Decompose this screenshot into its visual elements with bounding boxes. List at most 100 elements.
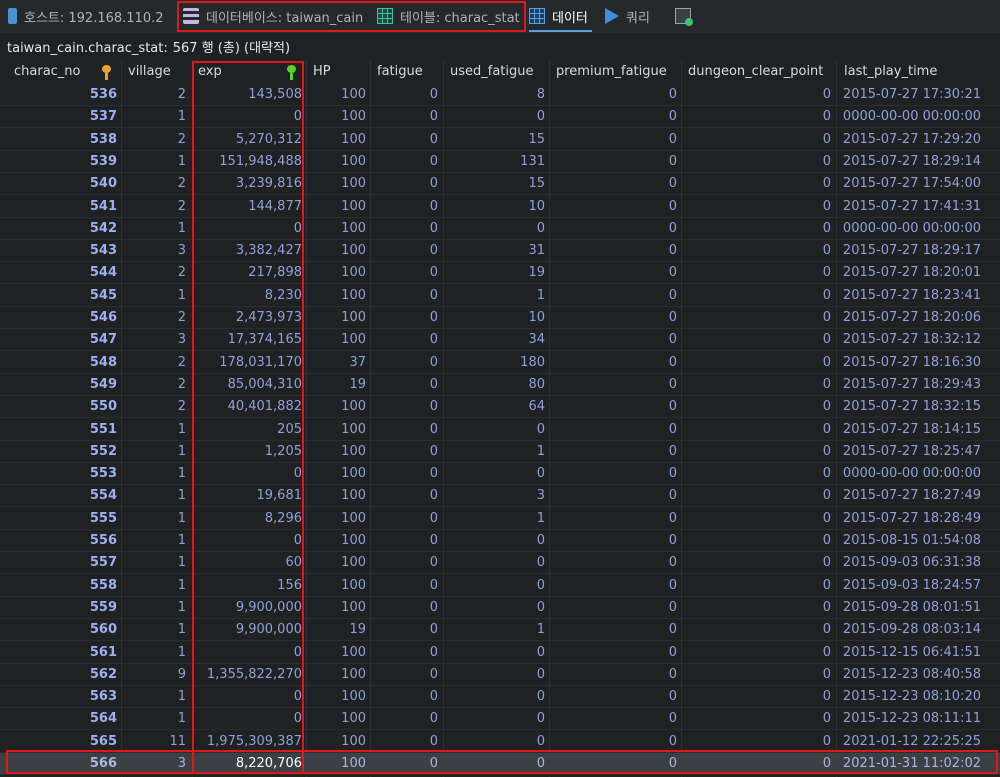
cell-exp[interactable]: 19,681 [192,485,303,507]
cell-fatigue[interactable]: 0 [370,196,438,218]
cell-dungeon-clear-point[interactable]: 0 [681,218,831,240]
cell-used-fatigue[interactable]: 0 [443,753,545,775]
table-row[interactable]: 563 1 0 100 0 0 0 0 2015-12-23 08:10:20 [0,686,1000,709]
table-row[interactable]: 540 2 3,239,816 100 0 15 0 0 2015-07-27 17:54:00 [0,173,1000,196]
cell-last-play-time[interactable]: 2015-07-27 18:32:12 [836,329,981,351]
cell-premium-fatigue[interactable]: 0 [549,441,677,463]
cell-exp[interactable]: 1,975,309,387 [192,731,302,753]
cell-dungeon-clear-point[interactable]: 0 [681,664,831,686]
cell-village[interactable]: 1 [121,619,186,641]
cell-fatigue[interactable]: 0 [370,106,438,128]
cell-exp[interactable]: 156 [192,575,302,597]
cell-charac-no[interactable]: 543 [0,240,117,262]
cell-dungeon-clear-point[interactable]: 0 [681,485,831,507]
cell-used-fatigue[interactable]: 0 [443,664,545,686]
table-row[interactable]: 546 2 2,473,973 100 0 10 0 0 2015-07-27 18:20:06 [0,307,1000,329]
cell-charac-no[interactable]: 544 [0,262,117,284]
cell-used-fatigue[interactable]: 0 [443,575,545,597]
cell-hp[interactable]: 100 [306,731,366,753]
cell-fatigue[interactable]: 0 [370,642,438,664]
cell-premium-fatigue[interactable]: 0 [549,552,677,574]
cell-exp[interactable]: 205 [192,419,302,441]
tab-host[interactable]: 호스트: 192.168.110.2 [8,4,164,28]
cell-premium-fatigue[interactable]: 0 [549,642,677,664]
cell-premium-fatigue[interactable]: 0 [549,218,677,240]
cell-used-fatigue[interactable]: 180 [443,352,545,374]
cell-premium-fatigue[interactable]: 0 [549,374,677,396]
cell-village[interactable]: 1 [121,642,186,664]
cell-hp[interactable]: 100 [306,419,366,441]
cell-fatigue[interactable]: 0 [370,396,438,418]
cell-used-fatigue[interactable]: 0 [443,419,545,441]
cell-premium-fatigue[interactable]: 0 [549,731,677,753]
cell-exp[interactable]: 1,205 [192,441,302,463]
cell-hp[interactable]: 100 [306,307,366,329]
cell-exp[interactable]: 8,220,706 [192,753,302,775]
cell-fatigue[interactable]: 0 [370,731,438,753]
cell-charac-no[interactable]: 550 [0,396,117,418]
cell-last-play-time[interactable]: 2015-07-27 18:16:30 [836,352,981,374]
cell-last-play-time[interactable]: 2015-07-27 17:29:20 [836,129,981,151]
cell-exp[interactable]: 144,877 [192,196,302,218]
cell-premium-fatigue[interactable]: 0 [549,530,677,552]
cell-dungeon-clear-point[interactable]: 0 [681,530,831,552]
cell-used-fatigue[interactable]: 0 [443,731,545,753]
cell-premium-fatigue[interactable]: 0 [549,173,677,195]
table-row[interactable]: 562 9 1,355,822,270 100 0 0 0 0 2015-12-23 08:40… [0,664,1000,686]
cell-last-play-time[interactable]: 2015-07-27 18:23:41 [836,285,981,307]
table-row[interactable]: 550 2 40,401,882 100 0 64 0 0 2015-07-27 18:32:1… [0,396,1000,419]
cell-exp[interactable]: 0 [192,642,302,664]
cell-last-play-time[interactable]: 2015-07-27 18:29:14 [836,151,981,173]
table-row[interactable]: 547 3 17,374,165 100 0 34 0 0 2015-07-27 18:32:1… [0,329,1000,352]
cell-exp[interactable]: 3,239,816 [192,173,302,195]
cell-charac-no[interactable]: 548 [0,352,117,374]
cell-used-fatigue[interactable]: 31 [443,240,545,262]
cell-village[interactable]: 2 [121,129,186,151]
table-row[interactable]: 537 1 0 100 0 0 0 0 0000-00-00 00:00:00 [0,106,1000,129]
table-row[interactable]: 555 1 8,296 100 0 1 0 0 2015-07-27 18:28:49 [0,508,1000,530]
cell-charac-no[interactable]: 558 [0,575,117,597]
cell-charac-no[interactable]: 552 [0,441,117,463]
cell-used-fatigue[interactable]: 1 [443,619,545,641]
cell-dungeon-clear-point[interactable]: 0 [681,396,831,418]
cell-fatigue[interactable]: 0 [370,753,438,775]
cell-fatigue[interactable]: 0 [370,708,438,730]
cell-last-play-time[interactable]: 2015-08-15 01:54:08 [836,530,981,552]
cell-village[interactable]: 1 [121,419,186,441]
cell-charac-no[interactable]: 560 [0,619,117,641]
cell-premium-fatigue[interactable]: 0 [549,307,677,329]
cell-fatigue[interactable]: 0 [370,307,438,329]
cell-last-play-time[interactable]: 2015-07-27 18:20:01 [836,262,981,284]
cell-fatigue[interactable]: 0 [370,84,438,106]
cell-village[interactable]: 2 [121,352,186,374]
cell-dungeon-clear-point[interactable]: 0 [681,173,831,195]
table-row[interactable]: 559 1 9,900,000 100 0 0 0 0 2015-09-28 08:01:51 [0,597,1000,619]
cell-used-fatigue[interactable]: 34 [443,329,545,351]
cell-fatigue[interactable]: 0 [370,664,438,686]
cell-premium-fatigue[interactable]: 0 [549,352,677,374]
cell-exp[interactable]: 1,355,822,270 [192,664,302,686]
cell-exp[interactable]: 178,031,170 [192,352,302,374]
cell-last-play-time[interactable]: 2021-01-12 22:25:25 [836,731,981,753]
cell-hp[interactable]: 100 [306,642,366,664]
cell-hp[interactable]: 100 [306,84,366,106]
cell-used-fatigue[interactable]: 131 [443,151,545,173]
cell-exp[interactable]: 0 [192,463,302,485]
cell-fatigue[interactable]: 0 [370,686,438,708]
table-row[interactable]: 548 2 178,031,170 37 0 180 0 0 2015-07-27 18:16:… [0,352,1000,374]
cell-used-fatigue[interactable]: 10 [443,196,545,218]
cell-exp[interactable]: 5,270,312 [192,129,302,151]
table-row[interactable]: 558 1 156 100 0 0 0 0 2015-09-03 18:24:57 [0,575,1000,597]
cell-used-fatigue[interactable]: 0 [443,686,545,708]
cell-used-fatigue[interactable]: 3 [443,485,545,507]
cell-dungeon-clear-point[interactable]: 0 [681,619,831,641]
cell-dungeon-clear-point[interactable]: 0 [681,196,831,218]
cell-premium-fatigue[interactable]: 0 [549,329,677,351]
cell-used-fatigue[interactable]: 1 [443,508,545,530]
column-header-fatigue[interactable]: fatigue [377,60,423,84]
cell-used-fatigue[interactable]: 15 [443,173,545,195]
cell-village[interactable]: 1 [121,485,186,507]
table-row[interactable]: 560 1 9,900,000 19 0 1 0 0 2015-09-28 08:03:14 [0,619,1000,642]
cell-charac-no[interactable]: 551 [0,419,117,441]
cell-exp[interactable]: 151,948,488 [192,151,302,173]
